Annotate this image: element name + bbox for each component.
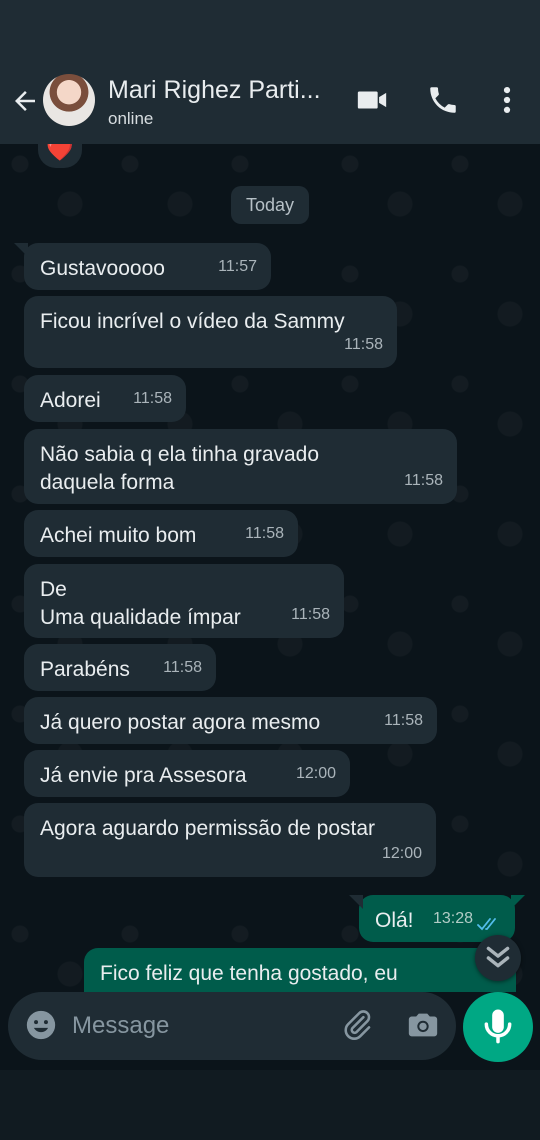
chat-header: Mari Righez Parti... online (0, 58, 540, 144)
composer-bar: Message (0, 992, 540, 1140)
message-time: 11:57 (218, 258, 257, 275)
message-bubble[interactable]: Não sabia q ela tinha gravado daquela fo… (24, 429, 457, 504)
contact-avatar[interactable] (43, 74, 95, 126)
message-text: Já envie pra Assesora (40, 764, 247, 787)
message-text: Ficou incrível o vídeo da Sammy (40, 310, 345, 333)
message-text: Não sabia q ela tinha gravado daquela fo… (40, 443, 320, 494)
message-list[interactable]: ❤️ Today Gustavooooo 11:57 Ficou incríve… (0, 144, 540, 992)
message-time: 11:58 (384, 712, 423, 729)
message-bubble[interactable]: Parabéns 11:58 (24, 644, 216, 691)
double-chevron-down-icon (486, 946, 510, 968)
heart-reaction[interactable]: ❤️ (38, 144, 82, 168)
message-input[interactable]: Message (8, 992, 456, 1060)
message-time: 13:28 (432, 910, 473, 927)
message-bubble[interactable]: De Uma qualidade ímpar 11:58 (24, 564, 344, 638)
message-text: Agora aguardo permissão de postar (40, 817, 376, 840)
paperclip-icon[interactable] (340, 1008, 374, 1042)
contact-status: online (108, 109, 154, 128)
voice-call-icon[interactable] (426, 83, 460, 117)
emoji-icon[interactable] (24, 1008, 58, 1042)
back-arrow-icon[interactable] (10, 86, 40, 116)
voice-message-button[interactable] (463, 992, 533, 1062)
message-bubble[interactable]: Gustavooooo 11:57 (14, 243, 271, 290)
microphone-icon (484, 1009, 512, 1044)
message-time: 11:58 (344, 336, 383, 353)
video-call-icon[interactable] (355, 83, 389, 117)
system-nav-bar (0, 1070, 540, 1140)
message-placeholder: Message (72, 1012, 170, 1039)
date-separator: Today (231, 186, 309, 224)
message-time: 11:58 (291, 606, 330, 623)
message-time: 11:58 (245, 525, 284, 542)
message-bubble[interactable]: Adorei 11:58 (24, 375, 186, 422)
message-text: Fico feliz que tenha gostado, eu (100, 962, 398, 985)
message-time: 11:58 (404, 472, 443, 489)
message-time: 11:58 (163, 659, 202, 676)
message-time: 11:58 (133, 390, 172, 407)
message-bubble[interactable]: Achei muito bom 11:58 (24, 510, 298, 557)
scroll-to-bottom-button[interactable] (475, 935, 521, 981)
read-receipt-icon (477, 918, 496, 931)
message-text: De Uma qualidade ímpar (40, 578, 241, 629)
outgoing-message-bubble[interactable]: Fico feliz que tenha gostado, eu (84, 948, 516, 992)
message-bubble[interactable]: Agora aguardo permissão de postar 12:00 (24, 803, 436, 877)
message-text: Já quero postar agora mesmo (40, 711, 321, 734)
status-bar (0, 0, 540, 58)
message-bubble[interactable]: Já envie pra Assesora 12:00 (24, 750, 350, 797)
camera-icon[interactable] (406, 1008, 440, 1042)
more-options-icon[interactable] (490, 83, 524, 117)
message-time: 12:00 (295, 765, 336, 782)
contact-name[interactable]: Mari Righez Parti... (108, 76, 321, 105)
message-bubble[interactable]: Ficou incrível o vídeo da Sammy 11:58 (24, 296, 397, 368)
message-bubble[interactable]: Já quero postar agora mesmo 11:58 (24, 697, 437, 744)
message-time: 12:00 (381, 845, 422, 862)
